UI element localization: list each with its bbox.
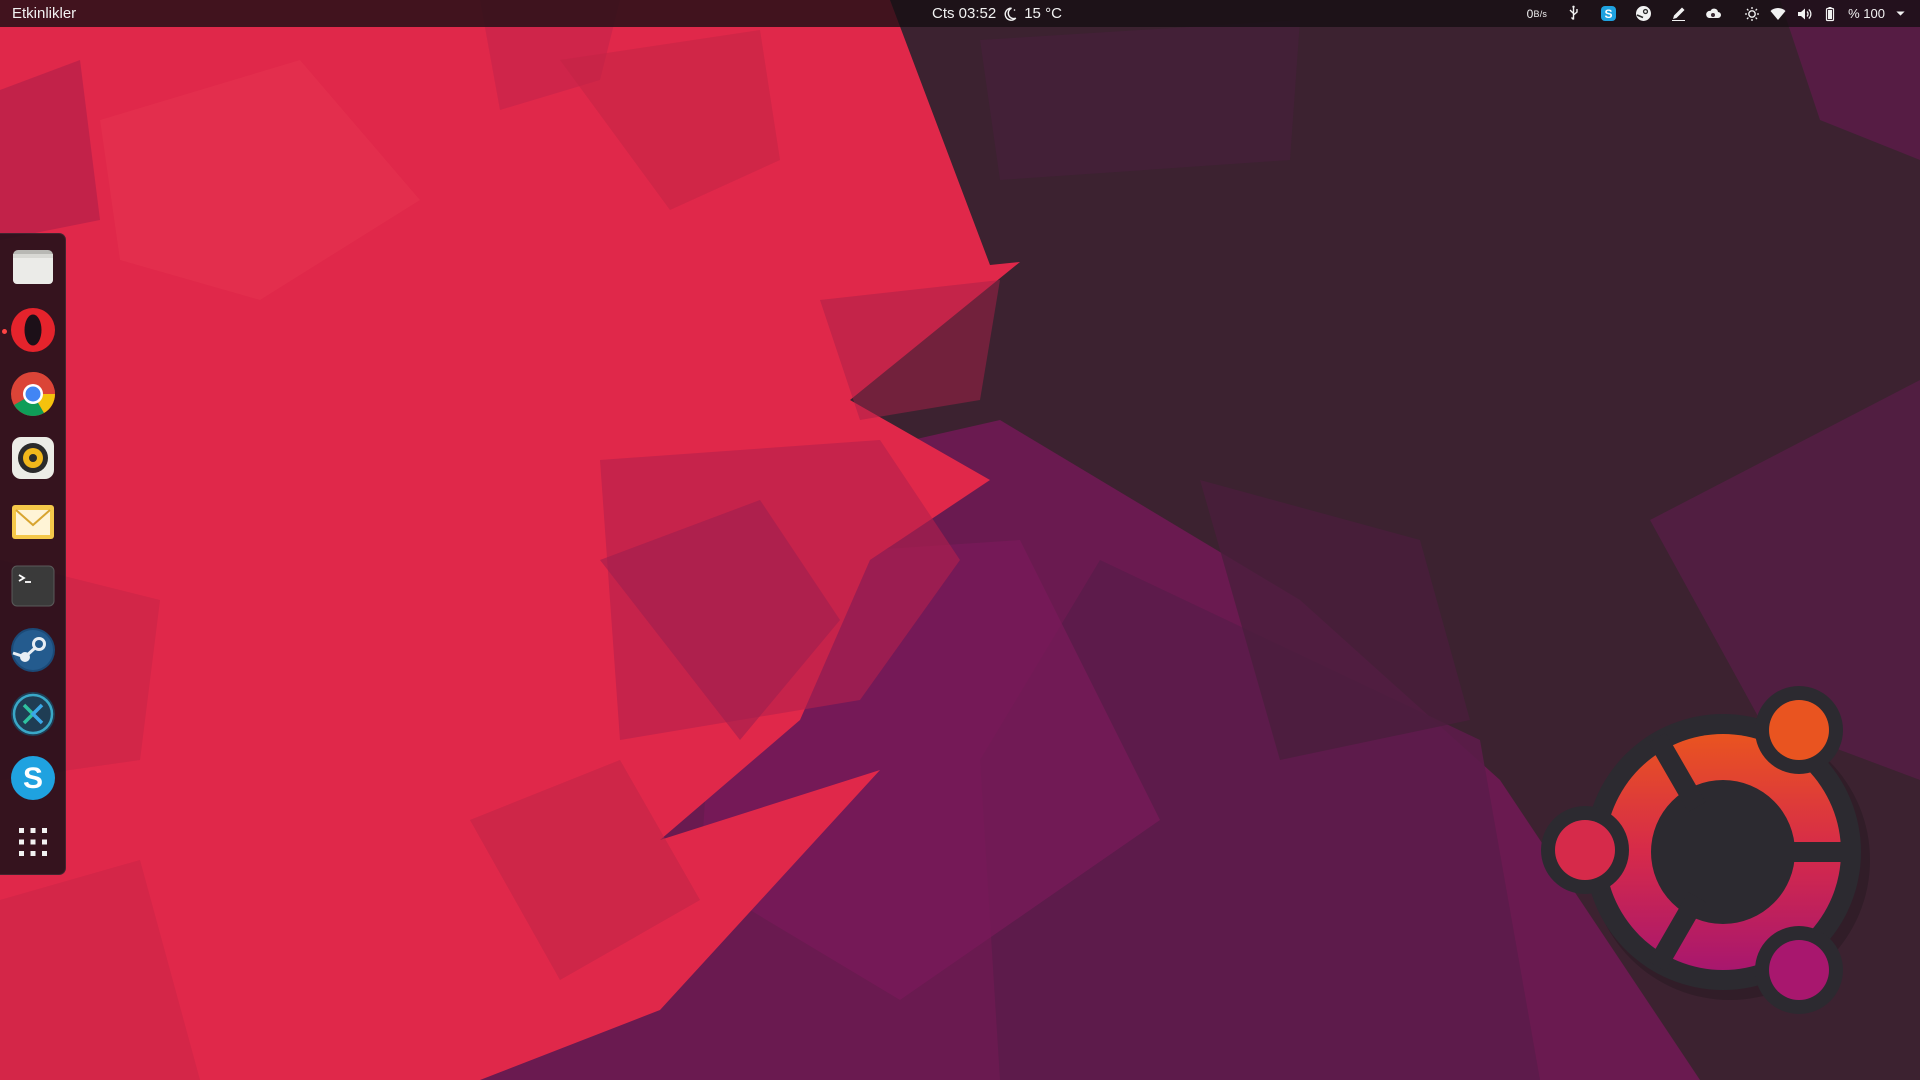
clock-button[interactable]: Cts 03:52 15 °C xyxy=(932,0,1062,27)
battery-icon xyxy=(1826,6,1835,21)
netspeed-unit: B/s xyxy=(1533,8,1548,19)
chrome-icon xyxy=(11,372,55,416)
opera-icon xyxy=(11,308,55,352)
steam-icon xyxy=(11,628,55,672)
terminal-icon xyxy=(11,565,55,607)
dock-item-chrome[interactable] xyxy=(9,370,57,418)
chevron-down-icon xyxy=(1896,11,1905,16)
dock-item-steam[interactable] xyxy=(9,626,57,674)
mail-icon xyxy=(12,505,54,539)
skype-indicator[interactable]: S xyxy=(1600,5,1617,22)
rhythmbox-icon xyxy=(12,437,54,479)
dock: S xyxy=(0,233,66,875)
status-menu-button[interactable]: % 100 xyxy=(1744,6,1906,22)
netspeed-indicator[interactable]: 0 B/s xyxy=(1527,7,1547,21)
steam-indicator[interactable] xyxy=(1635,5,1652,22)
weather-indicator[interactable] xyxy=(1705,5,1722,22)
battery-percentage: % 100 xyxy=(1848,6,1885,21)
files-icon xyxy=(13,250,53,284)
dock-item-files[interactable] xyxy=(9,242,57,290)
activities-button[interactable]: Etkinlikler xyxy=(12,0,76,27)
brightness-icon xyxy=(1745,6,1760,21)
usb-icon xyxy=(1569,5,1578,20)
remote-desktop-icon xyxy=(11,692,55,736)
top-bar: Etkinlikler Cts 03:52 15 °C 0 B/s S % 10… xyxy=(0,0,1920,27)
pen-indicator[interactable] xyxy=(1670,5,1687,22)
activities-label: Etkinlikler xyxy=(12,5,77,22)
svg-text:S: S xyxy=(1605,7,1613,21)
temperature-text: 15 °C xyxy=(1024,5,1062,22)
desktop[interactable]: Etkinlikler Cts 03:52 15 °C 0 B/s S % 10… xyxy=(0,0,1920,1080)
dock-item-remote-desktop[interactable] xyxy=(9,690,57,738)
weather-clear-night-icon xyxy=(1004,6,1017,21)
usb-indicator[interactable] xyxy=(1565,5,1582,22)
svg-text:S: S xyxy=(23,762,43,795)
running-indicator xyxy=(2,329,7,334)
pen-icon xyxy=(1672,7,1686,21)
clock-text: Cts 03:52 xyxy=(932,5,997,22)
dock-item-mail[interactable] xyxy=(9,498,57,546)
weather-cloud-icon xyxy=(1706,8,1722,18)
skype-icon: S xyxy=(11,756,55,800)
volume-icon xyxy=(1798,8,1812,19)
dock-item-rhythmbox[interactable] xyxy=(9,434,57,482)
dock-item-terminal[interactable] xyxy=(9,562,57,610)
dock-item-opera[interactable] xyxy=(9,306,57,354)
skype-icon: S xyxy=(1601,6,1617,21)
show-applications-button[interactable] xyxy=(9,818,57,866)
wifi-icon xyxy=(1770,7,1786,20)
system-tray: 0 B/s S % 100 xyxy=(1509,0,1906,27)
steam-icon xyxy=(1636,6,1652,21)
app-grid-icon xyxy=(19,828,47,856)
dock-item-skype[interactable]: S xyxy=(9,754,57,802)
ubuntu-logo xyxy=(1541,686,1870,1014)
netspeed-value: 0 xyxy=(1526,6,1534,21)
